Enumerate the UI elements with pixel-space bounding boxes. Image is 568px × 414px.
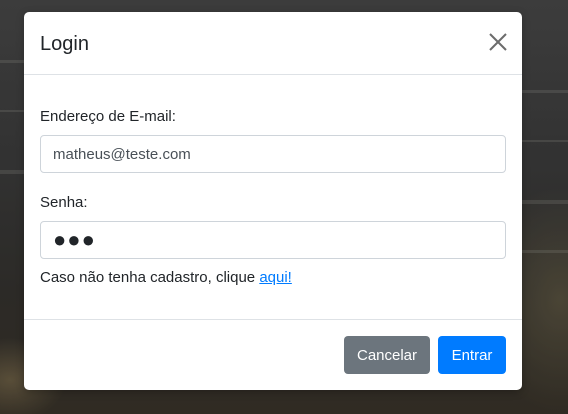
close-icon: [489, 33, 507, 51]
login-submit-button[interactable]: Entrar: [438, 336, 506, 374]
modal-footer: Cancelar Entrar: [24, 319, 522, 390]
cancel-button[interactable]: Cancelar: [344, 336, 430, 374]
modal-body: Endereço de E-mail: Senha: Caso não tenh…: [24, 75, 522, 319]
email-field[interactable]: [40, 135, 506, 173]
email-label: Endereço de E-mail:: [40, 108, 176, 125]
signup-prompt-text: Caso não tenha cadastro, clique: [40, 269, 260, 286]
signup-prompt: Caso não tenha cadastro, clique aqui!: [40, 269, 292, 287]
signup-link[interactable]: aqui!: [259, 269, 292, 286]
modal-title: Login: [40, 33, 89, 55]
close-button[interactable]: [488, 32, 508, 52]
password-label: Senha:: [40, 194, 88, 211]
password-field[interactable]: [40, 221, 506, 259]
modal-header: Login: [24, 12, 522, 75]
login-modal: Login Endereço de E-mail: Senha: Caso nã…: [24, 12, 522, 390]
